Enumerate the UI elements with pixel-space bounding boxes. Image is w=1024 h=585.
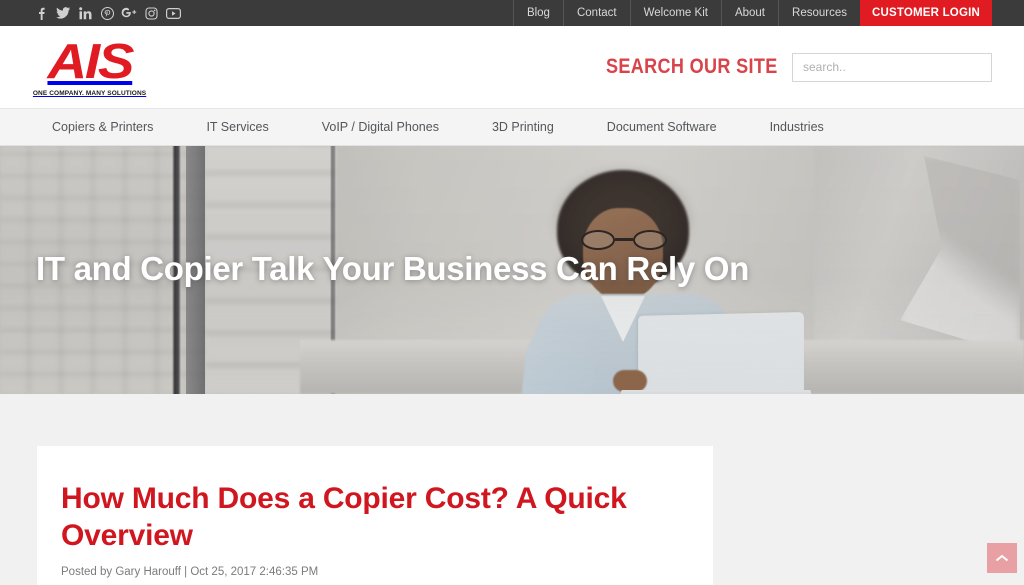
search-input[interactable] — [792, 52, 992, 82]
top-nav-item-about[interactable]: About — [720, 0, 778, 26]
nav-item-copiers-printers[interactable]: Copiers & Printers — [52, 120, 153, 134]
top-nav-item-blog[interactable]: Blog — [512, 0, 563, 26]
scroll-to-top-button[interactable] — [987, 543, 1017, 573]
top-nav-item-welcome-kit[interactable]: Welcome Kit — [629, 0, 721, 26]
hero-banner: IT and Copier Talk Your Business Can Rel… — [0, 146, 1024, 394]
site-logo[interactable]: AIS ONE COMPANY. MANY SOLUTIONS — [30, 37, 150, 97]
facebook-icon[interactable] — [30, 0, 52, 26]
logo-wordmark: AIS — [47, 35, 135, 89]
main-nav: Copiers & Printers IT Services VoIP / Di… — [0, 108, 1024, 146]
nav-item-it-services[interactable]: IT Services — [206, 120, 268, 134]
site-search: SEARCH OUR SITE — [578, 52, 992, 82]
page-content: How Much Does a Copier Cost? A Quick Ove… — [0, 394, 1024, 585]
blog-post-card: How Much Does a Copier Cost? A Quick Ove… — [37, 446, 713, 585]
logo-tagline: ONE COMPANY. MANY SOLUTIONS — [33, 90, 147, 97]
search-label: SEARCH OUR SITE — [606, 55, 778, 78]
twitter-icon[interactable] — [52, 0, 74, 26]
pinterest-icon[interactable] — [96, 0, 118, 26]
nav-item-voip-digital-phones[interactable]: VoIP / Digital Phones — [322, 120, 439, 134]
customer-login-button[interactable]: CUSTOMER LOGIN — [859, 0, 992, 26]
youtube-icon[interactable] — [162, 0, 184, 26]
social-links — [0, 0, 184, 26]
hero-title: IT and Copier Talk Your Business Can Rel… — [36, 250, 749, 287]
post-title[interactable]: How Much Does a Copier Cost? A Quick Ove… — [61, 480, 689, 554]
linkedin-icon[interactable] — [74, 0, 96, 26]
chevron-up-icon — [995, 554, 1009, 563]
site-header: AIS ONE COMPANY. MANY SOLUTIONS SEARCH O… — [0, 26, 1024, 108]
top-nav-item-contact[interactable]: Contact — [562, 0, 630, 26]
nav-item-3d-printing[interactable]: 3D Printing — [492, 120, 554, 134]
top-nav-item-resources[interactable]: Resources — [778, 0, 860, 26]
top-nav: Blog Contact Welcome Kit About Resources… — [512, 0, 1024, 26]
post-meta: Posted by Gary Harouff | Oct 25, 2017 2:… — [61, 566, 319, 578]
top-utility-bar: Blog Contact Welcome Kit About Resources… — [0, 0, 1024, 26]
nav-item-industries[interactable]: Industries — [770, 120, 824, 134]
nav-item-document-software[interactable]: Document Software — [607, 120, 717, 134]
googleplus-icon[interactable] — [118, 0, 140, 26]
topbar-spacer — [992, 0, 1024, 26]
instagram-icon[interactable] — [140, 0, 162, 26]
